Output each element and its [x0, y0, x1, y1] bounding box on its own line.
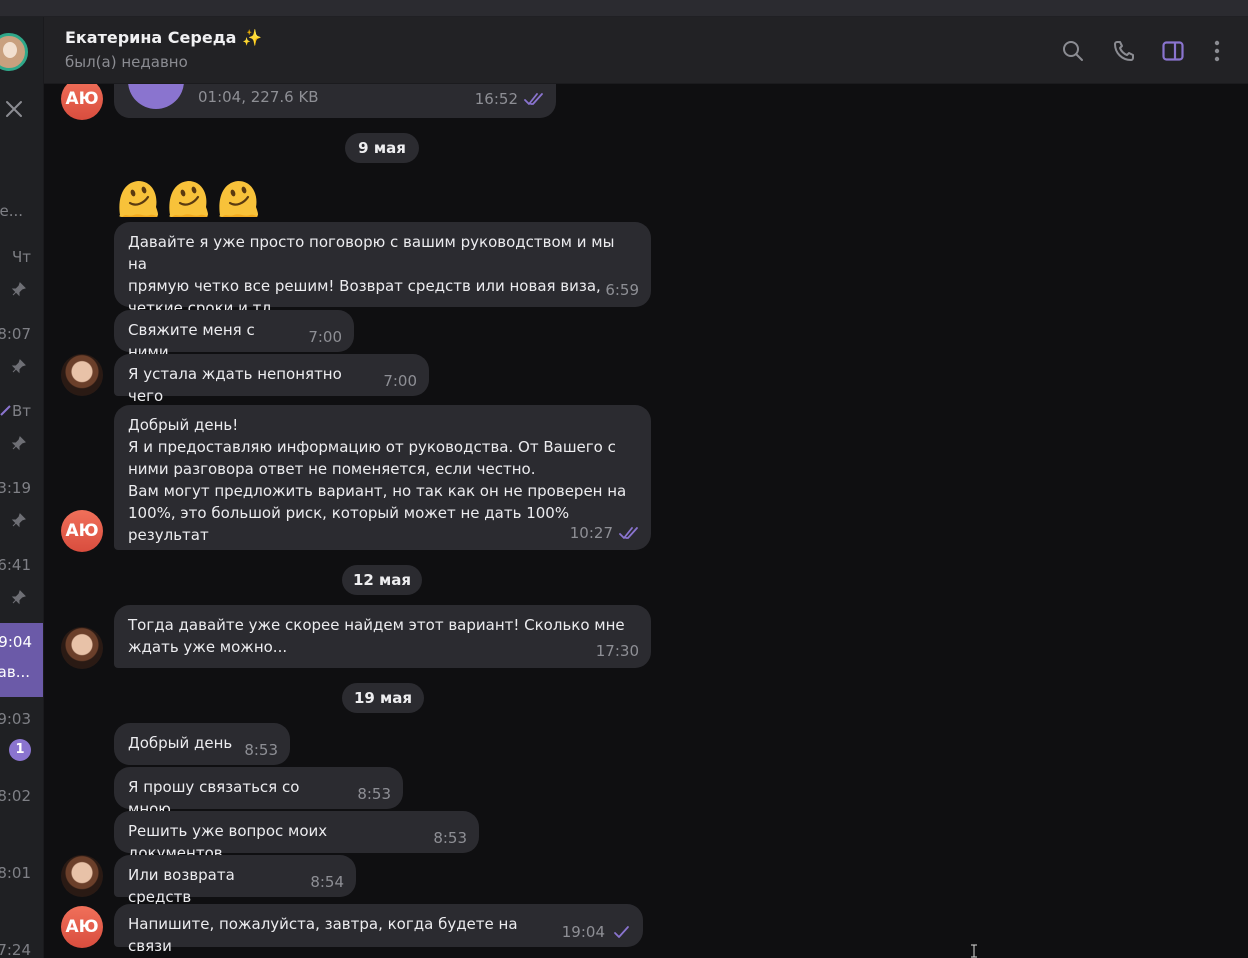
sidebar-item-time: 7:24	[0, 941, 31, 958]
incoming-message[interactable]: Тогда давайте уже скорее найдем этот вар…	[114, 605, 651, 668]
contact-name[interactable]: Екатерина Середа ✨	[65, 28, 262, 47]
incoming-message[interactable]: Или возврата средств 8:54	[114, 855, 356, 906]
pin-icon	[11, 436, 26, 451]
message-text: Напишите, пожалуйста, завтра, когда буде…	[128, 915, 518, 955]
melting-face-emoji-icon	[219, 181, 258, 217]
melting-face-emoji-icon	[169, 181, 208, 217]
message-time: 8:53	[244, 741, 278, 759]
message-time: 7:00	[308, 328, 342, 346]
double-check-icon	[619, 527, 638, 539]
message-time: 16:52	[475, 88, 544, 110]
double-check-icon	[524, 93, 543, 105]
contact-avatar[interactable]	[61, 855, 103, 897]
read-check-icon	[0, 405, 11, 416]
contact-avatar[interactable]	[61, 354, 103, 396]
phone-icon[interactable]	[1112, 39, 1136, 63]
melting-face-emoji-icon	[119, 181, 158, 217]
sidebar-item-time: 9:03	[0, 710, 31, 728]
text-cursor-icon	[971, 944, 977, 958]
more-options-icon[interactable]	[1205, 39, 1229, 63]
agent-message[interactable]: Напишите, пожалуйста, завтра, когда буде…	[114, 904, 643, 955]
window-title-bar	[0, 0, 1248, 17]
sidebar-item-time: 3:19	[0, 479, 31, 497]
date-separator: 9 мая	[345, 133, 419, 163]
sidebar-item-time: Вт	[11, 402, 31, 420]
date-separator: 12 мая	[342, 565, 422, 595]
incoming-message[interactable]: Давайте я уже просто поговорю с вашим ру…	[114, 222, 651, 317]
message-time: 8:54	[310, 873, 344, 891]
voice-meta: 01:04, 227.6 KB	[198, 88, 319, 106]
message-text: Добрый день! Я и предоставляю информацию…	[128, 416, 627, 544]
message-time: 8:53	[433, 829, 467, 847]
sidebar-item-time: 8:02	[0, 787, 31, 805]
search-icon[interactable]	[1061, 39, 1085, 63]
incoming-message[interactable]: Я устала ждать непонятно чего 7:00	[114, 354, 429, 405]
contact-status: был(а) недавно	[65, 53, 188, 71]
pin-icon	[11, 359, 26, 374]
incoming-message[interactable]: Добрый день 8:53	[114, 723, 290, 765]
message-text: Добрый день	[128, 734, 233, 752]
unread-badge: 1	[9, 739, 31, 761]
sidebar-item-active[interactable]: 19:04 ав...	[0, 623, 43, 697]
date-separator: 19 мая	[342, 683, 424, 713]
sidebar-item-preview: ав...	[0, 663, 30, 681]
pin-icon	[11, 513, 26, 528]
message-text: Или возврата средств	[128, 866, 235, 906]
sidebar-item-time: 19:04	[0, 633, 32, 651]
sidebar-item-preview[interactable]: ее...	[0, 202, 23, 220]
chat-list-sidebar: ее... Чт 8:07 Вт 3:19 6:41 19:04 ав... 9…	[0, 17, 44, 958]
sidebar-item-time: 6:41	[0, 556, 31, 574]
message-text: Тогда давайте уже скорее найдем этот вар…	[128, 616, 625, 656]
sender-avatar[interactable]: АЮ	[61, 84, 103, 120]
incoming-message[interactable]: Свяжите меня с ними 7:00	[114, 310, 354, 361]
message-time: 10:27	[570, 522, 639, 544]
message-time: 6:59	[605, 281, 639, 299]
message-text: Давайте я уже просто поговорю с вашим ру…	[128, 233, 615, 317]
pin-icon	[11, 282, 26, 297]
contact-avatar[interactable]	[61, 627, 103, 669]
message-list[interactable]: АЮ 01:04, 227.6 KB 16:52 9 мая Давайте я…	[44, 84, 1248, 958]
message-time: 19:04	[562, 921, 631, 943]
sender-avatar[interactable]: АЮ	[61, 510, 103, 552]
message-time: 17:30	[595, 642, 639, 660]
close-icon[interactable]	[4, 99, 24, 119]
message-text: Я устала ждать непонятно чего	[128, 365, 342, 405]
incoming-message[interactable]: Я прошу связаться со мною 8:53	[114, 767, 403, 818]
sidebar-item-time: 8:01	[0, 864, 31, 882]
chat-header[interactable]: Екатерина Середа ✨ был(а) недавно	[44, 17, 1248, 84]
message-time: 8:53	[357, 785, 391, 803]
agent-message[interactable]: Добрый день! Я и предоставляю информацию…	[114, 405, 651, 550]
sidebar-toggle-icon[interactable]	[1161, 39, 1185, 63]
check-icon	[614, 926, 629, 938]
sidebar-item-time: 8:07	[0, 325, 31, 343]
message-time: 7:00	[383, 372, 417, 390]
sidebar-profile-avatar[interactable]	[0, 33, 28, 71]
sender-avatar[interactable]: АЮ	[61, 906, 103, 948]
voice-play-icon[interactable]	[128, 84, 184, 109]
sidebar-item-time: Чт	[11, 248, 31, 266]
incoming-message[interactable]: Решить уже вопрос моих документов 8:53	[114, 811, 479, 862]
voice-message-bubble[interactable]: 01:04, 227.6 KB 16:52	[114, 84, 556, 118]
pin-icon	[11, 590, 26, 605]
emoji-message[interactable]	[114, 173, 262, 221]
